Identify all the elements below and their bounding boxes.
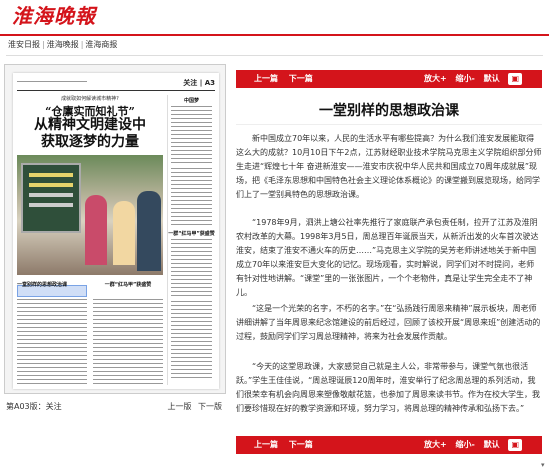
default-size-button[interactable]: 默认 bbox=[484, 440, 500, 449]
newspaper-page-viewer: 关注 | A3 成就取如何解读城市精神? “仓廪实而知礼节” 从精神文明建设中 … bbox=[4, 64, 226, 394]
headline-line-1: 从精神文明建设中 bbox=[34, 117, 146, 133]
nav-item-huaihai-business[interactable]: 淮海商报 bbox=[85, 38, 117, 52]
next-article-link[interactable]: 下一篇 bbox=[289, 440, 313, 449]
next-article-link[interactable]: 下一篇 bbox=[289, 74, 313, 83]
article-toolbar-top: 上一篇 下一篇 放大+ 缩小- 默认 ▣ bbox=[236, 70, 542, 88]
zoom-in-button[interactable]: 放大+ bbox=[424, 74, 447, 83]
next-page-link[interactable]: 下一版 bbox=[198, 402, 222, 411]
page-subhead-right[interactable]: 一群“红马甲”获盛赞 bbox=[93, 281, 163, 288]
site-logo[interactable]: 淮海晚報 bbox=[6, 2, 102, 30]
article-paragraph: “今天的这堂思政课，大家感觉自己就是主人公，非常带参与，课堂气氛也很活跃。”学生… bbox=[236, 362, 540, 413]
page-text-column bbox=[93, 299, 163, 385]
page-subhead-left: 一堂别样的思想政治课 bbox=[17, 282, 68, 288]
article-toolbar-bottom: 上一篇 下一篇 放大+ 缩小- 默认 ▣ bbox=[236, 436, 542, 454]
prev-article-link[interactable]: 上一篇 bbox=[254, 440, 278, 449]
nav-separator: | bbox=[42, 40, 45, 49]
nav-item-huaian-daily[interactable]: 淮安日报 bbox=[8, 38, 40, 52]
zoom-out-button[interactable]: 缩小- bbox=[456, 74, 475, 83]
sidebar-headline: 中国梦 bbox=[183, 98, 199, 104]
page-header: 关注 | A3 bbox=[17, 77, 215, 91]
article-paragraph: 新中国成立70年以来，人民的生活水平有哪些提高？为什么我们淮安发展能取得这么大的… bbox=[236, 134, 542, 199]
sidebar-text bbox=[171, 301, 212, 381]
sidebar-text bbox=[171, 168, 212, 228]
page-kicker: 成就取如何解读城市精神? bbox=[61, 96, 119, 102]
print-icon[interactable]: ▣ bbox=[508, 73, 522, 85]
page-text-column bbox=[17, 299, 87, 385]
article-paragraph: “这是一个光荣的名字，不朽的名字。”在“弘扬践行周恩来精神”展示板块，周老师讲细… bbox=[236, 304, 541, 341]
prev-article-link[interactable]: 上一篇 bbox=[254, 74, 278, 83]
sidebar-headline: 一群“红马甲”获盛赞 bbox=[168, 231, 215, 237]
title-divider bbox=[236, 124, 542, 125]
page-headline-secondary: 从精神文明建设中 获取逐梦的力量 bbox=[17, 117, 163, 151]
photo-person bbox=[113, 201, 135, 265]
newspaper-page-image[interactable]: 关注 | A3 成就取如何解读城市精神? “仓廪实而知礼节” 从精神文明建设中 … bbox=[13, 73, 219, 389]
article-title: 一堂别样的思想政治课 bbox=[319, 103, 459, 119]
headline-line-2: 获取逐梦的力量 bbox=[41, 134, 139, 150]
page-section-label: 关注 | A3 bbox=[183, 79, 215, 87]
scroll-down-icon[interactable]: ▾ bbox=[541, 461, 549, 469]
sidebar-text bbox=[171, 106, 212, 166]
page-sidebar: 中国梦 一群“红马甲”获盛赞 bbox=[167, 95, 215, 385]
page-header-meta bbox=[17, 81, 87, 85]
page-photo bbox=[17, 155, 163, 275]
current-page-label: 第A03版：关注 bbox=[6, 402, 62, 411]
sidebar-text bbox=[171, 239, 212, 299]
nav-separator: | bbox=[80, 40, 84, 49]
prev-page-link[interactable]: 上一版 bbox=[167, 402, 191, 411]
masthead-divider bbox=[0, 34, 549, 36]
nav-divider bbox=[6, 55, 543, 56]
zoom-in-button[interactable]: 放大+ bbox=[424, 440, 447, 449]
pager-controls: 上一版 下一版 bbox=[163, 400, 222, 414]
default-size-button[interactable]: 默认 bbox=[484, 74, 500, 83]
photo-exhibit-board bbox=[21, 163, 81, 233]
photo-person bbox=[137, 191, 161, 271]
article-paragraph: “1978年9月，泗洪上塘公社率先推行了家庭联产承包责任制，拉开了江苏及淮阴农村… bbox=[236, 218, 539, 297]
page-pager: 第A03版：关注 上一版 下一版 bbox=[4, 400, 226, 414]
top-nav: 淮安日报 | 淮海晚报 | 淮海商报 bbox=[8, 38, 117, 52]
nav-item-huaihai-evening[interactable]: 淮海晚报 bbox=[47, 38, 79, 52]
zoom-out-button[interactable]: 缩小- bbox=[456, 440, 475, 449]
print-icon[interactable]: ▣ bbox=[508, 439, 522, 451]
masthead: 淮海晚報 bbox=[0, 0, 549, 34]
photo-person bbox=[85, 195, 107, 265]
